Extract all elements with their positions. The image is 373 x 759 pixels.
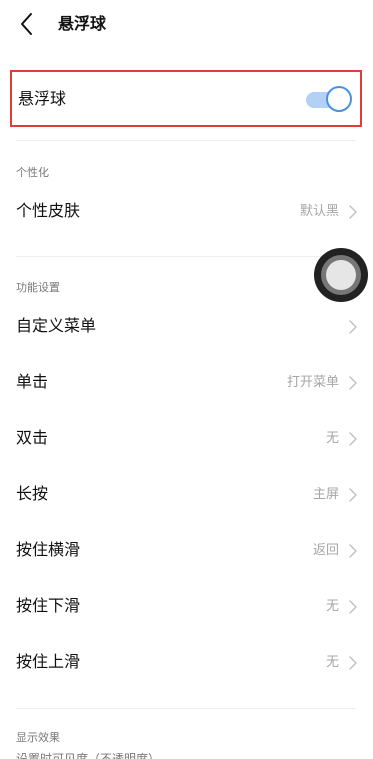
row-value: 无 — [325, 431, 339, 446]
floating-ball-settings-page: 悬浮球 悬浮球 个性化 个性皮肤 默认黑 功能设置 自定义菜单 单击 打开菜单 — [0, 0, 373, 759]
row-label: 个性皮肤 — [16, 201, 81, 220]
divider — [16, 256, 356, 257]
floating-ball-switch[interactable] — [306, 86, 352, 112]
assistive-touch-icon[interactable] — [314, 248, 368, 302]
float-ball-center — [326, 260, 356, 290]
chevron-right-icon — [349, 600, 357, 614]
switch-knob — [326, 86, 352, 112]
opacity-setting-label[interactable]: 设置时可见度（不透明度） — [16, 751, 160, 759]
header: 悬浮球 — [0, 0, 373, 48]
divider — [16, 708, 356, 709]
row-value: 主屏 — [312, 487, 339, 502]
row-value: 无 — [325, 599, 339, 614]
chevron-right-icon — [349, 432, 357, 446]
row-value: 打开菜单 — [286, 375, 339, 390]
chevron-right-icon — [349, 376, 357, 390]
row-value: 无 — [325, 655, 339, 670]
row-label: 按住下滑 — [16, 596, 81, 615]
row-hold-swipe-horizontal[interactable]: 按住横滑 返回 — [0, 527, 373, 575]
float-ball-ring — [321, 255, 361, 295]
chevron-left-icon — [21, 13, 32, 35]
row-label: 长按 — [16, 484, 49, 503]
row-label: 按住上滑 — [16, 652, 81, 671]
section-title-display: 显示效果 — [16, 731, 60, 744]
row-label: 自定义菜单 — [16, 316, 97, 335]
row-label: 双击 — [16, 428, 49, 447]
section-title-functions: 功能设置 — [16, 281, 60, 294]
row-custom-menu[interactable]: 自定义菜单 — [0, 303, 373, 351]
row-label: 按住横滑 — [16, 540, 81, 559]
row-hold-swipe-down[interactable]: 按住下滑 无 — [0, 583, 373, 631]
row-label: 单击 — [16, 372, 49, 391]
toggle-label: 悬浮球 — [18, 89, 67, 108]
back-button[interactable] — [14, 10, 42, 38]
section-title-personalize: 个性化 — [16, 166, 49, 179]
chevron-right-icon — [349, 656, 357, 670]
row-long-press[interactable]: 长按 主屏 — [0, 471, 373, 519]
row-value: 返回 — [312, 543, 339, 558]
row-hold-swipe-up[interactable]: 按住上滑 无 — [0, 639, 373, 687]
divider — [16, 140, 356, 141]
chevron-right-icon — [349, 205, 357, 219]
chevron-right-icon — [349, 488, 357, 502]
row-double-tap[interactable]: 双击 无 — [0, 415, 373, 463]
floating-ball-toggle-row[interactable]: 悬浮球 — [10, 70, 362, 127]
row-skin[interactable]: 个性皮肤 默认黑 — [0, 188, 373, 236]
page-title: 悬浮球 — [58, 14, 107, 33]
chevron-right-icon — [349, 320, 357, 334]
row-single-tap[interactable]: 单击 打开菜单 — [0, 359, 373, 407]
row-value: 默认黑 — [299, 204, 339, 219]
chevron-right-icon — [349, 544, 357, 558]
